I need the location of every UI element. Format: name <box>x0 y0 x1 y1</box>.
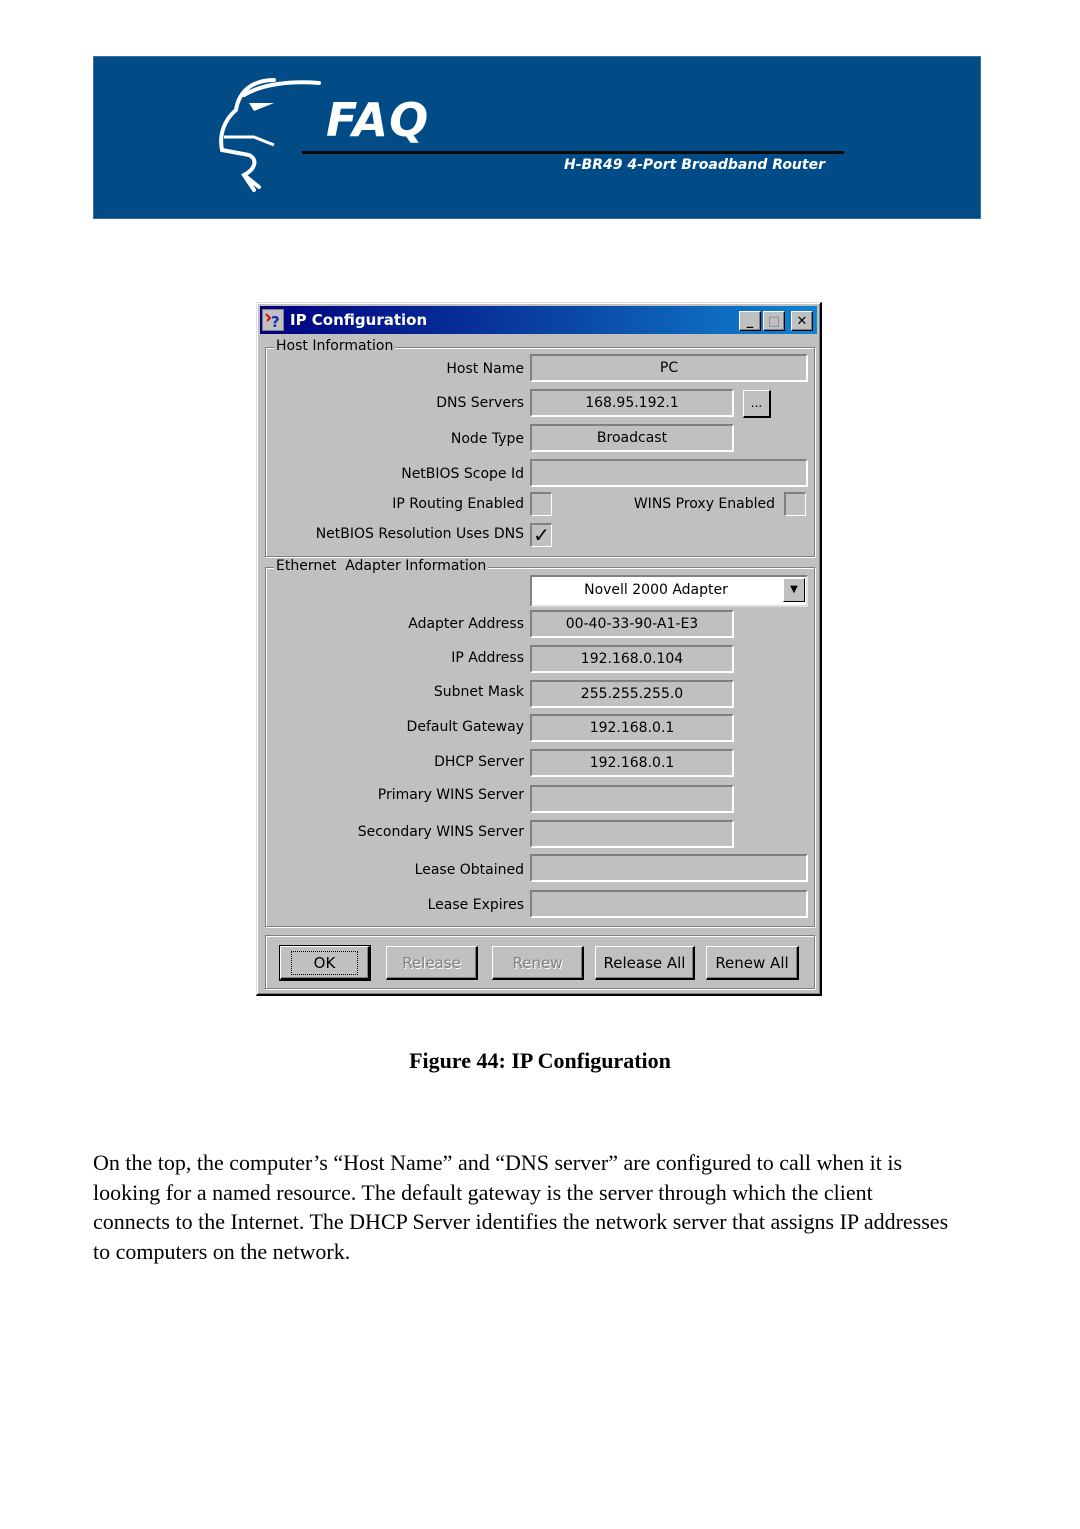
minimize-icon: _ <box>746 313 754 329</box>
ip-routing-label: IP Routing Enabled <box>392 496 524 512</box>
release-all-button[interactable]: Release All <box>595 946 695 980</box>
close-icon: ✕ <box>796 313 808 329</box>
netbios-dns-checkbox[interactable]: ✓ <box>530 523 552 547</box>
maximize-button[interactable]: □ <box>763 311 785 331</box>
default-gateway-field[interactable]: 192.168.0.1 <box>530 714 734 742</box>
ok-button[interactable]: OK <box>279 945 371 981</box>
host-information-label: Host Information <box>274 338 396 354</box>
host-name-field[interactable]: PC <box>530 354 808 382</box>
figure-caption: Figure 44: IP Configuration <box>409 1048 671 1073</box>
netbios-dns-label: NetBIOS Resolution Uses DNS <box>315 526 524 542</box>
adapter-select[interactable]: Novell 2000 Adapter ▼ <box>530 575 808 607</box>
lease-obtained-label: Lease Obtained <box>414 862 524 878</box>
ip-configuration-window: ? IP Configuration _ □ ✕ Host Informatio… <box>256 302 822 996</box>
dns-servers-label: DNS Servers <box>436 395 524 411</box>
dhcp-server-field[interactable]: 192.168.0.1 <box>530 749 734 777</box>
subnet-mask-field[interactable]: 255.255.255.0 <box>530 680 734 708</box>
host-name-label: Host Name <box>446 361 524 377</box>
node-type-label: Node Type <box>450 431 524 447</box>
renew-button[interactable]: Renew <box>492 946 584 980</box>
close-button[interactable]: ✕ <box>791 311 813 331</box>
body-paragraph: On the top, the computer’s “Host Name” a… <box>93 1150 949 1264</box>
default-gateway-label: Default Gateway <box>406 719 524 735</box>
dhcp-server-label: DHCP Server <box>434 754 524 770</box>
lease-expires-label: Lease Expires <box>427 897 524 913</box>
dns-more-button[interactable]: ... <box>743 390 771 418</box>
adapter-address-field[interactable]: 00-40-33-90-A1-E3 <box>530 610 734 638</box>
maximize-icon: □ <box>767 313 781 329</box>
svg-text:?: ? <box>271 313 280 330</box>
dropdown-arrow-icon[interactable]: ▼ <box>783 578 805 602</box>
secondary-wins-label: Secondary WINS Server <box>357 824 524 840</box>
netbios-scope-field[interactable] <box>530 459 808 487</box>
banner-title: FAQ <box>326 93 430 147</box>
adapter-information-label: Ethernet Adapter Information <box>274 558 489 574</box>
checkmark-icon: ✓ <box>533 523 550 547</box>
node-type-field[interactable]: Broadcast <box>530 424 734 452</box>
release-button[interactable]: Release <box>386 946 478 980</box>
ip-address-field[interactable]: 192.168.0.104 <box>530 645 734 673</box>
subnet-mask-label: Subnet Mask <box>433 684 524 700</box>
ip-config-icon[interactable]: ? <box>262 309 284 331</box>
ip-address-label: IP Address <box>451 650 524 666</box>
adapter-address-label: Adapter Address <box>408 616 524 632</box>
ok-button-label: OK <box>290 950 359 975</box>
primary-wins-field[interactable] <box>530 785 734 813</box>
minimize-button[interactable]: _ <box>739 311 761 331</box>
adapter-select-value: Novell 2000 Adapter <box>584 582 728 598</box>
title-bar[interactable]: ? IP Configuration _ □ ✕ <box>260 306 817 334</box>
dns-servers-field[interactable]: 168.95.192.1 <box>530 389 734 417</box>
wins-proxy-checkbox[interactable] <box>784 492 806 516</box>
lease-expires-field[interactable] <box>530 890 808 918</box>
banner-subtitle: H-BR49 4-Port Broadband Router <box>564 157 825 173</box>
lease-obtained-field[interactable] <box>530 854 808 882</box>
netbios-scope-label: NetBIOS Scope Id <box>401 466 524 482</box>
renew-all-button[interactable]: Renew All <box>706 946 799 980</box>
eagle-head-logo-icon <box>219 78 321 192</box>
faq-banner: FAQ H-BR49 4-Port Broadband Router <box>93 56 981 219</box>
primary-wins-label: Primary WINS Server <box>377 787 524 803</box>
banner-divider <box>302 151 844 154</box>
window-title: IP Configuration <box>290 311 428 329</box>
secondary-wins-field[interactable] <box>530 820 734 848</box>
wins-proxy-label: WINS Proxy Enabled <box>633 496 775 512</box>
